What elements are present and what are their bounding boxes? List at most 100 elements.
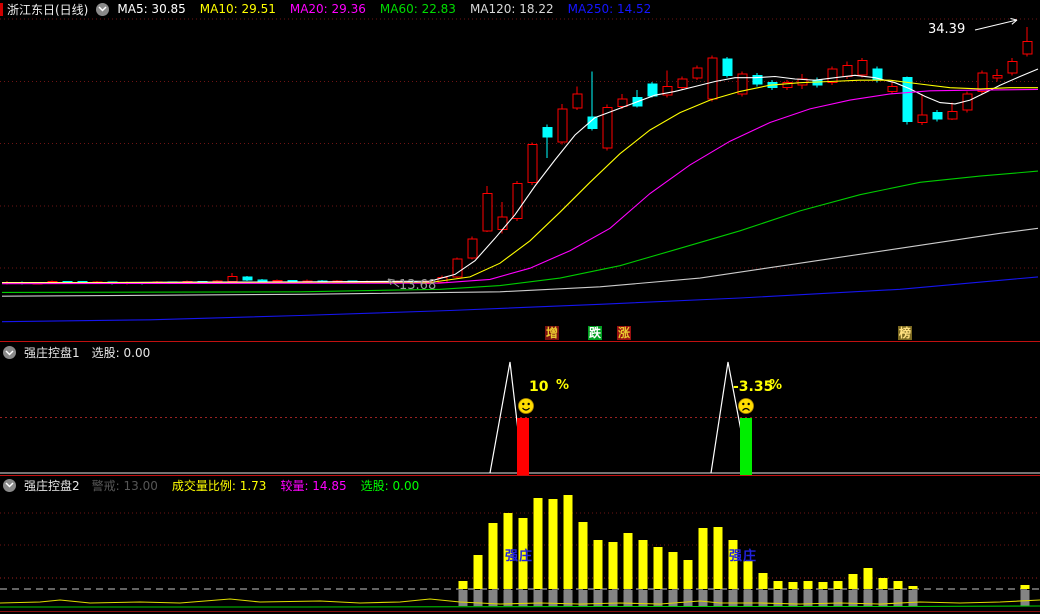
price-annotation: 13.68 <box>399 278 437 293</box>
annotation-arrow <box>974 19 1018 31</box>
panel3-header: 强庄控盘2 警戒: 13.00 成交量比例: 1.73 较量: 14.85 选股: 0… <box>0 477 1040 493</box>
candle-body <box>647 83 658 97</box>
collapse-main-chart-icon[interactable] <box>96 2 110 16</box>
candle-body <box>227 275 238 282</box>
volume-bar <box>863 568 873 589</box>
collapse-panel3-icon[interactable] <box>3 478 16 492</box>
sad-face-icon <box>738 398 754 414</box>
panel3-title: 强庄控盘2 <box>24 478 80 493</box>
volume-bar <box>473 555 483 589</box>
volume-bar <box>578 522 588 589</box>
candle-body <box>857 59 868 76</box>
event-marker-榜[interactable]: 榜 <box>898 326 913 340</box>
event-marker-增[interactable]: 增 <box>545 326 560 340</box>
panel2-legend: 选股: 0.00 <box>92 344 165 361</box>
candle-body <box>257 279 268 282</box>
active-pane-tick <box>0 2 3 16</box>
signal-percent-symbol: % <box>556 378 569 393</box>
main-chart[interactable] <box>0 17 1040 323</box>
ma-line-ma120 <box>1 227 1039 297</box>
volume-bar <box>803 581 813 589</box>
volume-bar <box>788 582 798 589</box>
ma-legend: MA5: 30.85 MA10: 29.51 MA20: 29.36 MA60: 22… <box>117 2 665 16</box>
volume-bar <box>653 547 663 589</box>
panel3-legend-item: 警戒: 13.00 <box>91 478 158 493</box>
candle-body <box>917 114 928 124</box>
ma-legend-item: MA250: 14.52 <box>567 2 652 16</box>
signal-bar <box>740 418 752 476</box>
candle-body <box>482 193 493 232</box>
volume-bar <box>908 586 918 589</box>
ma-line-ma10 <box>1 79 1038 284</box>
price-annotation: 34.39 <box>928 22 966 37</box>
panel3-chart[interactable]: 强庄 强庄 <box>0 495 1040 608</box>
pane-separator <box>0 611 1040 612</box>
candle-body <box>677 78 688 89</box>
volume-bar <box>458 581 468 589</box>
volume-bar-base <box>698 590 708 606</box>
candle-body <box>1007 61 1018 74</box>
event-marker-涨[interactable]: 涨 <box>617 326 632 340</box>
candle-body <box>932 112 943 120</box>
panel2-header: 强庄控盘1 选股: 0.00 <box>0 344 1040 361</box>
volume-bar <box>698 528 708 589</box>
candle-body <box>992 74 1003 79</box>
panel3-slow-line <box>0 605 1040 608</box>
candle-body <box>707 57 718 100</box>
volume-bar <box>608 542 618 589</box>
candle-body <box>827 68 838 84</box>
chevron-down-icon <box>5 349 14 356</box>
ma-legend-item: MA5: 30.85 <box>117 2 186 16</box>
candle-body <box>812 79 823 86</box>
candle-body <box>1022 41 1033 55</box>
candle-body <box>497 216 508 231</box>
ma-legend-item: MA120: 18.22 <box>469 2 554 16</box>
volume-bar <box>563 495 573 589</box>
chevron-down-icon <box>5 482 14 488</box>
tdx-window: 浙江东日(日线) MA5: 30.85 MA10: 29.51 MA20: 29.3… <box>0 0 1040 614</box>
candle-body <box>887 86 898 92</box>
volume-bar <box>1020 585 1030 589</box>
chevron-down-icon <box>98 6 107 12</box>
candle-body <box>512 183 523 219</box>
panel3-legend-item: 选股: 0.00 <box>360 478 420 493</box>
candle-body <box>557 108 568 143</box>
candle-body <box>527 143 538 183</box>
chart-canvas[interactable]: 10% -3.35%强庄 强庄 <box>0 0 1040 614</box>
candle-body <box>242 276 253 281</box>
volume-bar-base <box>728 590 738 606</box>
volume-bar-base <box>458 590 468 606</box>
candle-body <box>692 67 703 79</box>
event-marker-跌[interactable]: 跌 <box>588 326 603 340</box>
volume-bar-base <box>713 590 723 606</box>
panel3-legend-item: 较量: 14.85 <box>280 478 347 493</box>
volume-bar <box>848 574 858 589</box>
volume-bar <box>773 581 783 589</box>
volume-bar <box>488 523 498 589</box>
volume-bar <box>833 581 843 589</box>
volume-bar <box>893 581 903 589</box>
volume-bar-base <box>743 590 753 606</box>
candle-body <box>572 93 583 109</box>
panel2-chart[interactable]: 10% -3.35% <box>0 361 1040 476</box>
ma-legend-item: MA10: 29.51 <box>199 2 276 16</box>
collapse-panel2-icon[interactable] <box>3 346 16 359</box>
signal-value: -3.35 <box>733 379 773 395</box>
volume-bar <box>878 578 888 589</box>
volume-bar <box>533 498 543 589</box>
candle-body <box>467 238 478 259</box>
pane-separator <box>0 341 1040 342</box>
volume-bar <box>728 540 738 589</box>
volume-bar-base <box>683 590 693 606</box>
signal-value: 10 <box>529 379 549 395</box>
candle-body <box>752 74 763 85</box>
volume-bar <box>668 552 678 589</box>
candle-body <box>722 58 733 76</box>
smiley-face-icon <box>518 398 534 414</box>
signal-percent-symbol: % <box>769 378 782 393</box>
volume-bar <box>713 527 723 589</box>
candlestick-series <box>2 26 1033 285</box>
main-chart-header: 浙江东日(日线) MA5: 30.85 MA10: 29.51 MA20: 29.3… <box>0 0 1040 18</box>
panel3-signal-label: 强庄 <box>505 548 533 564</box>
volume-bar-base <box>1020 590 1030 606</box>
